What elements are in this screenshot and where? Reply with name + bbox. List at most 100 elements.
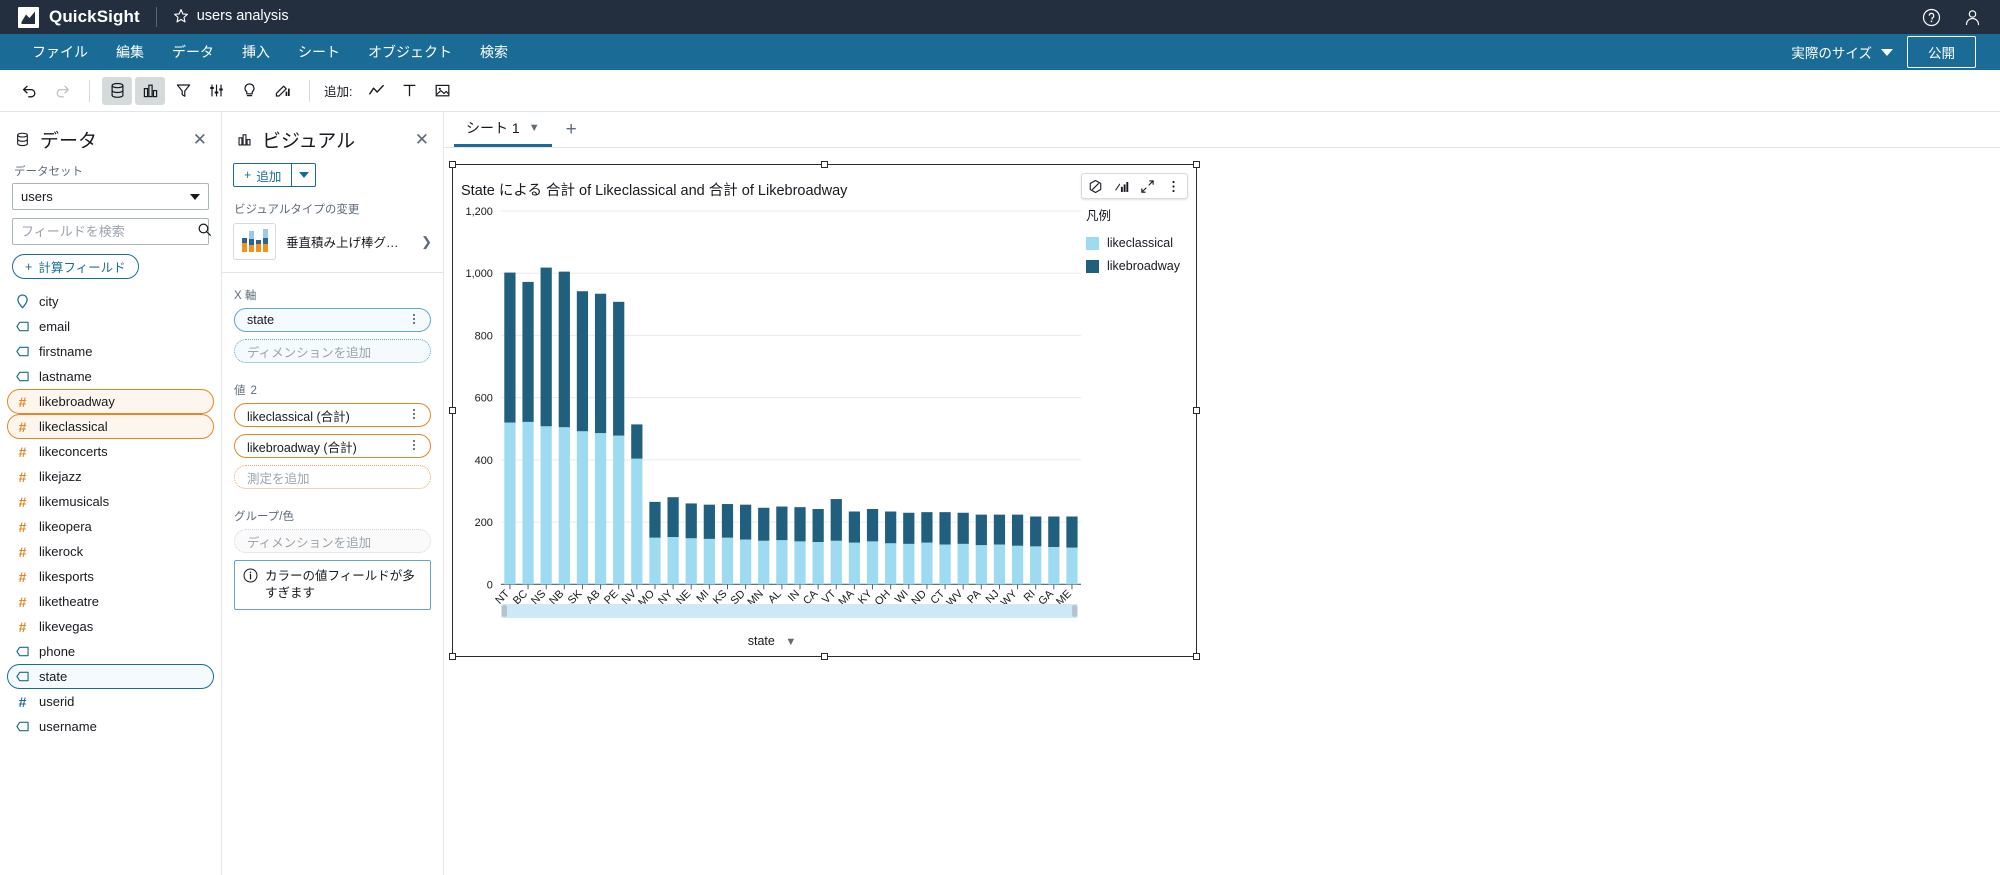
resize-handle-top-center[interactable] <box>820 161 828 168</box>
text-icon[interactable] <box>394 77 424 105</box>
bar-segment[interactable] <box>558 427 570 585</box>
bar-segment[interactable] <box>594 433 607 585</box>
bar-segment[interactable] <box>776 540 788 585</box>
bar-segment[interactable] <box>703 538 715 585</box>
legend-item-likebroadway[interactable]: likebroadway <box>1086 259 1186 273</box>
bar-segment[interactable] <box>794 541 806 585</box>
resize-handle-top-right[interactable] <box>1193 161 1200 168</box>
resize-handle-middle-left[interactable] <box>449 406 456 414</box>
bar-segment[interactable] <box>921 512 933 543</box>
bar-segment[interactable] <box>1066 516 1078 548</box>
bar-segment[interactable] <box>649 537 661 585</box>
dataset-select[interactable]: users <box>12 183 209 210</box>
sliders-icon[interactable] <box>201 77 231 105</box>
bar-segment[interactable] <box>667 537 679 585</box>
field-item-phone[interactable]: phone <box>7 639 214 664</box>
scrollbar-grip-right[interactable] <box>1072 605 1077 617</box>
bar-segment[interactable] <box>540 426 552 585</box>
resize-handle-bottom-right[interactable] <box>1193 653 1200 660</box>
field-item-likeclassical[interactable]: # likeclassical <box>7 414 214 439</box>
prohibited-circle-icon[interactable] <box>1088 179 1103 194</box>
close-icon[interactable]: ✕ <box>193 131 207 148</box>
field-item-email[interactable]: email <box>7 314 214 339</box>
bar-segment[interactable] <box>522 281 534 422</box>
add-sheet-button[interactable]: + <box>552 112 591 147</box>
close-icon[interactable]: ✕ <box>415 131 429 148</box>
bar-segment[interactable] <box>921 542 933 585</box>
scrollbar-grip-left[interactable] <box>502 605 507 617</box>
bar-segment[interactable] <box>957 512 969 544</box>
expand-arrows-icon[interactable] <box>1140 179 1155 194</box>
bar-segment[interactable] <box>939 544 951 585</box>
bar-segment[interactable] <box>631 458 643 585</box>
kebab-menu-icon[interactable] <box>404 312 424 328</box>
well-value-dropzone[interactable]: 測定を追加 <box>234 465 431 489</box>
add-calculated-field-button[interactable]: + 計算フィールド <box>12 254 139 279</box>
size-selector[interactable]: 実際のサイズ <box>1791 42 1893 62</box>
resize-handle-top-left[interactable] <box>449 161 456 168</box>
insights-chart-icon[interactable] <box>1114 179 1129 194</box>
filter-icon[interactable] <box>168 77 198 105</box>
field-item-likejazz[interactable]: # likejazz <box>7 464 214 489</box>
field-item-likerock[interactable]: # likerock <box>7 539 214 564</box>
bar-segment[interactable] <box>739 504 752 540</box>
bar-segment[interactable] <box>1030 516 1042 547</box>
field-item-likesports[interactable]: # likesports <box>7 564 214 589</box>
search-input[interactable] <box>21 224 197 239</box>
bar-segment[interactable] <box>739 539 752 585</box>
chevron-down-icon[interactable]: ▼ <box>529 122 540 134</box>
star-icon[interactable] <box>173 8 189 27</box>
bar-segment[interactable] <box>848 542 861 585</box>
bar-segment[interactable] <box>758 507 770 541</box>
field-item-likemusicals[interactable]: # likemusicals <box>7 489 214 514</box>
resize-handle-bottom-left[interactable] <box>449 653 456 660</box>
search-icon[interactable] <box>197 222 212 242</box>
caret-down-icon[interactable] <box>291 164 315 186</box>
bar-segment[interactable] <box>1011 514 1024 546</box>
resize-handle-middle-right[interactable] <box>1193 406 1200 414</box>
chevron-right-icon[interactable]: ❯ <box>421 234 432 250</box>
bar-segment[interactable] <box>993 514 1006 545</box>
kebab-menu-icon[interactable] <box>1166 179 1181 194</box>
bar-segment[interactable] <box>1011 545 1024 585</box>
menu-object[interactable]: オブジェクト <box>354 34 466 70</box>
user-account-icon[interactable] <box>1963 8 1982 27</box>
field-pill-state[interactable]: state <box>234 308 431 332</box>
field-item-likevegas[interactable]: # likevegas <box>7 614 214 639</box>
field-item-state[interactable]: state <box>7 664 214 689</box>
field-pill-likebroadway[interactable]: likebroadway (合計) <box>234 434 431 458</box>
visual-container[interactable]: State による 合計 of Likeclassical and 合計 of … <box>449 161 1200 660</box>
bar-segment[interactable] <box>1066 547 1078 585</box>
database-icon[interactable] <box>102 76 132 105</box>
kebab-menu-icon[interactable] <box>404 407 424 423</box>
bar-segment[interactable] <box>776 506 788 541</box>
horizontal-scrollbar[interactable] <box>501 604 1078 618</box>
bar-segment[interactable] <box>613 435 625 585</box>
bar-segment[interactable] <box>903 543 915 585</box>
bar-segment[interactable] <box>649 501 661 538</box>
well-x-axis-dropzone[interactable]: ディメンションを追加 <box>234 339 431 363</box>
bar-segment[interactable] <box>631 424 643 459</box>
bar-segment[interactable] <box>1048 516 1060 547</box>
bar-segment[interactable] <box>721 537 734 585</box>
chevron-down-icon[interactable]: ▼ <box>785 636 796 648</box>
bar-segment[interactable] <box>540 267 552 427</box>
add-visual-button[interactable]: + 追加 <box>233 163 317 187</box>
field-item-likeopera[interactable]: # likeopera <box>7 514 214 539</box>
field-item-firstname[interactable]: firstname <box>7 339 214 364</box>
publish-button[interactable]: 公開 <box>1907 36 1976 68</box>
bar-segment[interactable] <box>975 545 987 585</box>
bar-segment[interactable] <box>522 421 534 585</box>
bar-segment[interactable] <box>504 422 516 585</box>
chart-plot-area[interactable]: 0 200 400 600 800 1,000 1,200 NT BC NS NB SK AB PE NV M… <box>453 203 1091 656</box>
bar-segment[interactable] <box>685 503 697 539</box>
bar-segment[interactable] <box>993 544 1006 585</box>
bar-segment[interactable] <box>885 543 897 585</box>
bar-segment[interactable] <box>830 499 842 541</box>
analysis-title[interactable]: users analysis <box>197 8 289 26</box>
bar-segment[interactable] <box>1030 546 1042 585</box>
bar-segment[interactable] <box>975 514 987 546</box>
kebab-menu-icon[interactable] <box>404 438 424 454</box>
bar-segment[interactable] <box>504 272 516 423</box>
bar-segment[interactable] <box>685 538 697 585</box>
